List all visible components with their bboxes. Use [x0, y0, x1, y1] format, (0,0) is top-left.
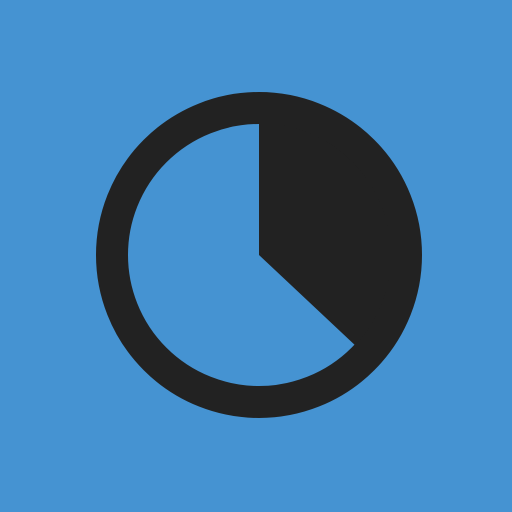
pie-timer-icon [0, 0, 512, 512]
background [0, 0, 512, 512]
pie-timer-svg [0, 0, 512, 512]
icon-canvas [0, 0, 512, 512]
